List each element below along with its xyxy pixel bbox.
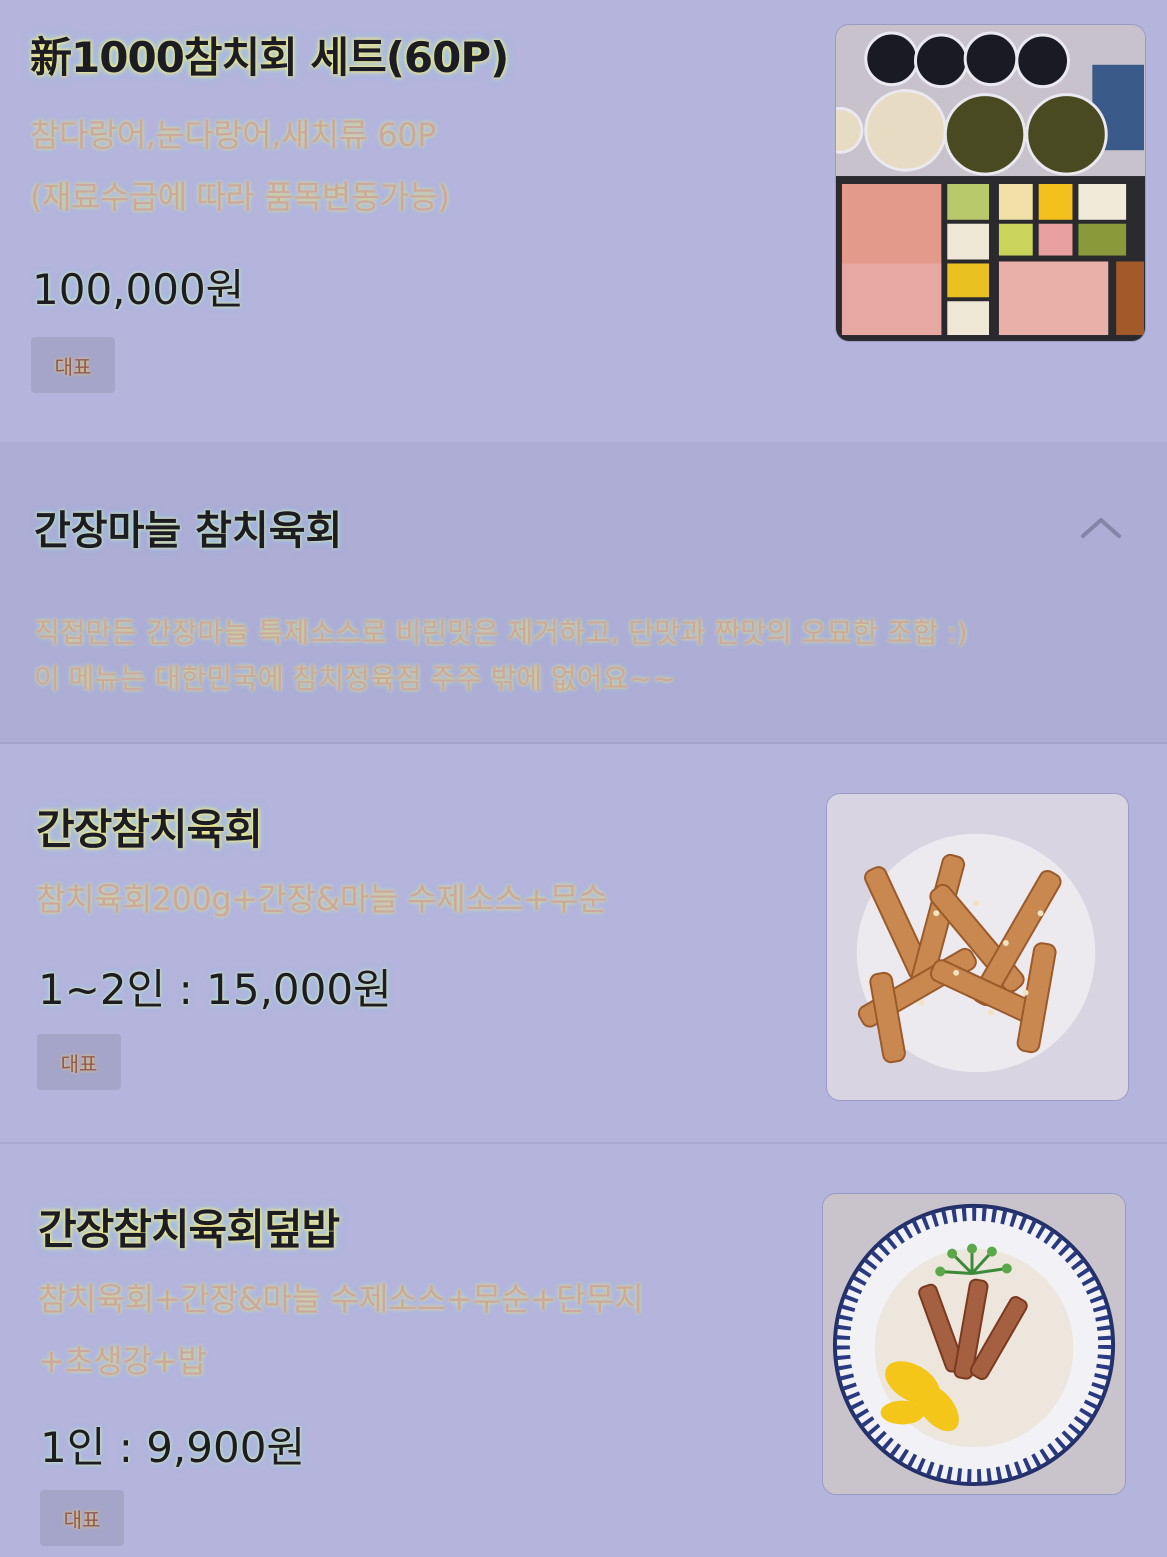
menu-page: 新1000참치회 세트(60P) 참다랑어,눈다랑어,새치류 60P (재료수급… xyxy=(0,0,1167,1557)
description-line: +초생강+밥 xyxy=(38,1342,207,1380)
menu-item-name: 新1000참치회 세트(60P) xyxy=(30,33,509,82)
category-section: 간장마늘 참치육회 직접만든 간장마늘 특제소스로 비린맛은 제거하고, 단맛과… xyxy=(0,442,1167,744)
menu-item[interactable]: 간장참치육회덮밥 참치육회+간장&마늘 수제소스+무순+단무지 +초생강+밥 1… xyxy=(0,1146,1167,1557)
chevron-up-icon[interactable] xyxy=(1079,514,1123,540)
description-line: (재료수급에 따라 품목변동가능) xyxy=(30,178,450,216)
category-title: 간장마늘 참치육회 xyxy=(34,508,343,554)
description-line: 이 메뉴는 대한민국에 참치정육점 주주 밖에 없어요~~ xyxy=(34,662,676,695)
description-line: 참다랑어,눈다랑어,새치류 60P xyxy=(30,116,436,154)
menu-item-price: 100,000원 xyxy=(32,265,245,314)
menu-item-photo[interactable] xyxy=(822,1193,1126,1495)
menu-item[interactable]: 新1000참치회 세트(60P) 참다랑어,눈다랑어,새치류 60P (재료수급… xyxy=(0,0,1167,442)
menu-item-description: 참치육회200g+간장&마늘 수제소스+무순 xyxy=(36,868,608,930)
description-line: 직접만든 간장마늘 특제소스로 비린맛은 제거하고, 단맛과 짠맛의 오묘한 조… xyxy=(34,616,968,649)
menu-item-photo[interactable] xyxy=(835,24,1146,342)
category-description: 직접만든 간장마늘 특제소스로 비린맛은 제거하고, 단맛과 짠맛의 오묘한 조… xyxy=(34,610,968,702)
menu-item-description: 참치육회+간장&마늘 수제소스+무순+단무지 +초생강+밥 xyxy=(38,1268,644,1392)
representative-badge: 대표 xyxy=(31,337,115,393)
menu-item-description: 참다랑어,눈다랑어,새치류 60P (재료수급에 따라 품목변동가능) xyxy=(30,104,450,228)
menu-item-name: 간장참치육회덮밥 xyxy=(38,1205,340,1254)
representative-badge: 대표 xyxy=(40,1490,124,1546)
menu-item-photo[interactable] xyxy=(826,793,1129,1101)
soy-tuna-yukhoe-photo xyxy=(827,794,1128,1100)
description-line: 참치육회+간장&마늘 수제소스+무순+단무지 xyxy=(38,1280,644,1318)
tuna-set-photo xyxy=(836,25,1145,341)
menu-item-price: 1~2인 : 15,000원 xyxy=(38,965,392,1014)
rice-bowl-photo xyxy=(823,1194,1125,1494)
representative-badge: 대표 xyxy=(37,1034,121,1090)
menu-item-price: 1인 : 9,900원 xyxy=(40,1423,306,1472)
description-line: 참치육회200g+간장&마늘 수제소스+무순 xyxy=(36,880,608,918)
menu-item-name: 간장참치육회 xyxy=(36,805,263,854)
menu-item[interactable]: 간장참치육회 참치육회200g+간장&마늘 수제소스+무순 1~2인 : 15,… xyxy=(0,746,1167,1144)
